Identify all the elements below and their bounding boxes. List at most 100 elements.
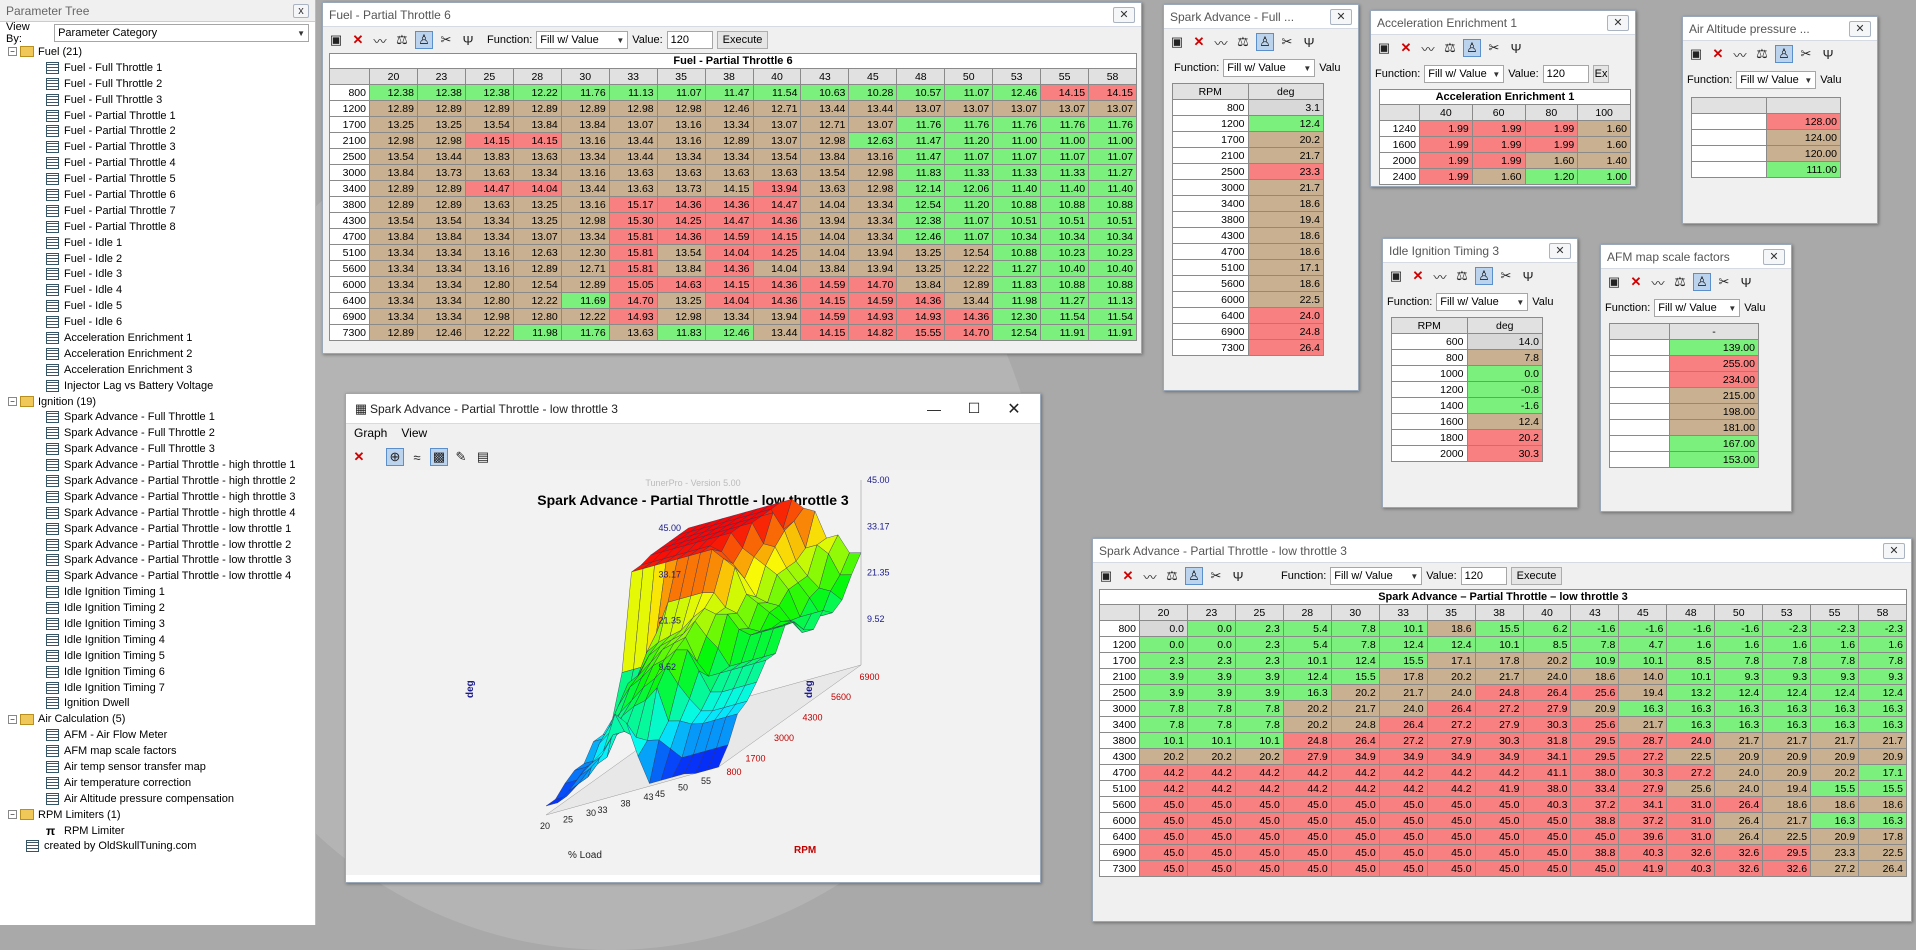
table-cell[interactable]: 10.88: [1040, 276, 1090, 293]
table-cell[interactable]: 12.98: [848, 180, 898, 197]
table-cell[interactable]: 14.93: [896, 308, 946, 325]
table-cell[interactable]: 26.4: [1714, 828, 1764, 845]
table-cell[interactable]: 13.07: [1040, 100, 1090, 117]
table-cell[interactable]: 11.91: [1040, 324, 1090, 341]
graph-icon[interactable]: 〰: [1212, 33, 1230, 51]
close-icon[interactable]: ✕: [1607, 14, 1629, 31]
table-cell[interactable]: -1.6: [1466, 397, 1543, 414]
table-cell[interactable]: 20.2: [1282, 700, 1332, 717]
table-cell[interactable]: 22.5: [1858, 844, 1907, 861]
trace-icon[interactable]: ♙: [1693, 273, 1711, 291]
tree-item[interactable]: AFM - Air Flow Meter: [8, 727, 315, 743]
table-cell[interactable]: 16.3: [1282, 684, 1332, 701]
table-cell[interactable]: 13.44: [416, 148, 466, 165]
close-icon[interactable]: ✕: [1549, 242, 1571, 259]
table-cell[interactable]: 27.2: [1666, 764, 1716, 781]
table-cell[interactable]: 14.36: [896, 292, 946, 309]
table-cell[interactable]: 18.6: [1858, 796, 1907, 813]
value-input[interactable]: 120: [1460, 567, 1507, 585]
tree-item[interactable]: π RPM Limiter: [8, 823, 315, 839]
table-cell[interactable]: 44.2: [1186, 780, 1236, 797]
table-cell[interactable]: 11.07: [1088, 148, 1137, 165]
table-cell[interactable]: 7.8: [1234, 700, 1284, 717]
tree-item[interactable]: Idle Ignition Timing 6: [8, 664, 315, 680]
table-cell[interactable]: 11.27: [992, 260, 1042, 277]
table-cell[interactable]: 9.3: [1858, 668, 1907, 685]
table-cell[interactable]: 5.4: [1282, 636, 1332, 653]
table-cell[interactable]: 21.7: [1247, 147, 1324, 164]
table-cell[interactable]: 26.4: [1714, 812, 1764, 829]
table-cell[interactable]: -2.3: [1858, 620, 1907, 637]
table-cell[interactable]: 20.2: [1247, 131, 1324, 148]
table-cell[interactable]: 19.4: [1247, 211, 1324, 228]
table-cell[interactable]: 25.6: [1570, 684, 1620, 701]
table-cell[interactable]: 13.34: [704, 116, 754, 133]
table-cell[interactable]: 7.8: [1234, 716, 1284, 733]
table-cell[interactable]: 31.8: [1522, 732, 1572, 749]
table-cell[interactable]: 12.98: [800, 132, 850, 149]
table-cell[interactable]: 12.80: [464, 292, 514, 309]
table-cell[interactable]: 11.33: [992, 164, 1042, 181]
table-cell[interactable]: 13.34: [704, 148, 754, 165]
table-cell[interactable]: 1.60: [1577, 120, 1631, 137]
tree-item[interactable]: Fuel - Partial Throttle 3: [8, 139, 315, 155]
table-cell[interactable]: 12.22: [944, 260, 994, 277]
table-cell[interactable]: 24.0: [1378, 700, 1428, 717]
table-cell[interactable]: 9.3: [1762, 668, 1812, 685]
table-cell[interactable]: 10.1: [1282, 652, 1332, 669]
execute-button[interactable]: Ex: [1592, 65, 1609, 83]
tools-icon[interactable]: ✂: [1497, 267, 1515, 285]
table-cell[interactable]: 11.33: [944, 164, 994, 181]
table-cell[interactable]: 13.34: [848, 228, 898, 245]
table-cell[interactable]: 45.0: [1522, 844, 1572, 861]
tree-item[interactable]: Acceleration Enrichment 1: [8, 330, 315, 346]
table-cell[interactable]: 5.4: [1282, 620, 1332, 637]
tree-item[interactable]: Ignition Dwell: [8, 696, 315, 712]
table-cell[interactable]: 45.0: [1234, 828, 1284, 845]
table-cell[interactable]: 45.0: [1570, 828, 1620, 845]
tree-item[interactable]: Spark Advance - Partial Throttle - high …: [8, 489, 315, 505]
table-cell[interactable]: 13.07: [992, 100, 1042, 117]
table-cell[interactable]: 45.0: [1282, 828, 1332, 845]
table-cell[interactable]: 11.07: [992, 148, 1042, 165]
table-cell[interactable]: 27.2: [1426, 716, 1476, 733]
table-cell[interactable]: 26.4: [1714, 796, 1764, 813]
close-icon[interactable]: ✕: [1763, 248, 1785, 265]
table-cell[interactable]: 12.22: [464, 324, 514, 341]
table-cell[interactable]: 29.5: [1570, 748, 1620, 765]
table-cell[interactable]: 13.16: [464, 244, 514, 261]
table-cell[interactable]: 2.3: [1139, 652, 1188, 669]
table-cell[interactable]: 10.63: [800, 84, 850, 101]
table-cell[interactable]: 14.25: [656, 212, 706, 229]
table-cell[interactable]: 13.16: [656, 132, 706, 149]
table-cell[interactable]: 26.4: [1378, 716, 1428, 733]
table-cell[interactable]: 34.9: [1330, 748, 1380, 765]
table-cell[interactable]: 14.36: [704, 260, 754, 277]
table-cell[interactable]: 13.34: [848, 196, 898, 213]
table-cell[interactable]: 11.33: [1040, 164, 1090, 181]
table-cell[interactable]: 11.47: [896, 148, 946, 165]
table-cell[interactable]: 27.9: [1618, 780, 1668, 797]
table-cell[interactable]: 1.99: [1419, 136, 1473, 153]
table-cell[interactable]: 10.51: [992, 212, 1042, 229]
table-cell[interactable]: 45.0: [1282, 796, 1332, 813]
table-cell[interactable]: 29.5: [1570, 732, 1620, 749]
table-cell[interactable]: 7.8: [1330, 620, 1380, 637]
table-cell[interactable]: 234.00: [1669, 371, 1759, 388]
table-cell[interactable]: 13.16: [656, 116, 706, 133]
table-cell[interactable]: 12.89: [560, 100, 610, 117]
table-cell[interactable]: 13.07: [848, 116, 898, 133]
branch-icon[interactable]: Ψ: [1507, 39, 1525, 57]
graph-icon[interactable]: 〰: [1141, 567, 1159, 585]
table-cell[interactable]: 45.0: [1426, 812, 1476, 829]
table-cell[interactable]: 17.1: [1426, 652, 1476, 669]
close-table-icon[interactable]: ✕: [1397, 39, 1415, 57]
table-cell[interactable]: 10.1: [1234, 732, 1284, 749]
table-cell[interactable]: 34.1: [1618, 796, 1668, 813]
table-cell[interactable]: 10.9: [1570, 652, 1620, 669]
table-cell[interactable]: 30.3: [1466, 445, 1543, 462]
trace-icon[interactable]: ♙: [1463, 39, 1481, 57]
table-cell[interactable]: 11.07: [944, 84, 994, 101]
table-cell[interactable]: 45.0: [1330, 844, 1380, 861]
close-icon[interactable]: ✕: [1113, 6, 1135, 23]
